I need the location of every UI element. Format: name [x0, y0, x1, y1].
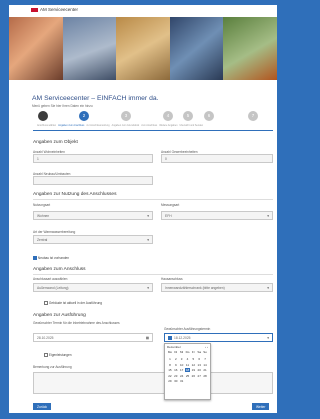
label-usage-type: Nutzungsart	[33, 203, 51, 207]
step-labels: Anschluss wählen Angaben zum Anschluss z…	[37, 124, 273, 127]
step-label: zum Anschluss	[141, 124, 158, 127]
label-connection-type: Anschlussart auswählen	[33, 277, 68, 281]
step-label: Anschluss wählen	[37, 124, 57, 127]
hero-banner	[9, 17, 277, 80]
section-heading-object: Angaben zum Objekt	[33, 140, 78, 145]
checkbox-new-build[interactable]	[33, 256, 37, 261]
next-button[interactable]: Weiter	[252, 403, 270, 410]
datepicker-day[interactable]: 7	[202, 357, 208, 361]
step-label: Angaben zum Anschluss	[58, 124, 85, 127]
page-subtitle: Menü geben Sie hier Ihren Daten ein hinz…	[32, 104, 93, 108]
chevron-down-icon: ▾	[147, 214, 149, 218]
step-label: Übersicht und Senden	[179, 124, 204, 127]
checkbox-row-in-progress[interactable]: Gebäude ist aktuell in der Ausführung	[44, 301, 102, 306]
label-execution-date: Gewünschter Ausführungstermin	[164, 327, 211, 331]
extra-input[interactable]	[33, 176, 153, 185]
chevron-down-icon: ▾	[147, 238, 149, 242]
execution-date-input[interactable]: 18.12.2025 ▾	[164, 333, 273, 342]
checkbox-self-performance[interactable]	[44, 353, 48, 358]
divider	[33, 199, 273, 200]
datepicker-weekday: So	[203, 350, 207, 354]
step-label: zur Anschlussnutzung	[86, 124, 110, 127]
step-label: Weitere Angaben	[159, 124, 178, 127]
step-1[interactable]	[38, 111, 48, 121]
form-card: AM Serviceecenter AM Serviceecenter – EI…	[9, 5, 277, 413]
house-connection-select[interactable]: Innenwandzählerschrank (bitte angeben) ▾	[161, 283, 273, 292]
step-5[interactable]: 5	[183, 111, 193, 121]
back-button[interactable]: Zurück	[33, 403, 52, 410]
usage-type-select[interactable]: Wohnen ▾	[33, 211, 153, 220]
notes-textarea[interactable]	[33, 372, 273, 394]
step-4[interactable]: 4	[163, 111, 173, 121]
hero-image-3	[116, 17, 170, 80]
commercial-input[interactable]: 0	[161, 154, 273, 163]
chevron-down-icon: ▾	[267, 286, 269, 290]
datepicker-grid: Mo Di Mi Do Fr Sa So 1 2 3 4 5 6 7 8 9 10 11 12 13 14 15 16 17 1…	[165, 350, 210, 383]
datepicker-day[interactable]: 14	[202, 363, 208, 367]
hero-image-2	[62, 17, 117, 80]
datepicker-day[interactable]: 28	[202, 374, 208, 378]
label-measurement: Messungsart	[161, 203, 180, 207]
step-6[interactable]: 6	[204, 111, 214, 121]
checkbox-in-progress[interactable]	[44, 301, 48, 306]
step-3[interactable]: 3	[121, 111, 131, 121]
label-warm-water: Art der Warmwasserbereitung	[33, 230, 76, 234]
step-2[interactable]: 2	[79, 111, 89, 121]
commissioning-date-input[interactable]: 28.10.2025 ▦	[33, 333, 153, 342]
chevron-down-icon: ▾	[267, 336, 269, 340]
top-bar: AM Serviceecenter	[9, 5, 277, 17]
section-heading-usage: Angaben zur Nutzung des Anschlusses	[33, 192, 117, 197]
brand-name: AM Serviceecenter	[40, 7, 79, 12]
section-heading-connection: Angaben zum Anschluss	[33, 267, 86, 272]
connection-type-select[interactable]: Außenwand (Leitung) ▾	[33, 283, 153, 292]
logo-icon	[31, 7, 38, 12]
progress-rule	[33, 130, 273, 131]
datepicker-day	[202, 379, 208, 383]
datepicker-day[interactable]: 21	[202, 368, 208, 372]
units-input[interactable]: 1	[33, 154, 153, 163]
warm-water-select[interactable]: Zentral ▾	[33, 235, 153, 244]
datepicker-popup[interactable]: Dezember ‹ › Mo Di Mi Do Fr Sa So 1 2 3 4 5 6 7 8 9 10 11…	[164, 343, 211, 400]
calendar-icon[interactable]: ▦	[146, 336, 149, 340]
checkbox-row-self-performance[interactable]: Eigenleistungen	[44, 353, 72, 358]
page-title: AM Serviceecenter – EINFACH immer da.	[32, 95, 159, 102]
step-label: Angaben zum Grundstück	[111, 124, 140, 127]
measurement-select[interactable]: EFH ▾	[161, 211, 273, 220]
chevron-down-icon: ▾	[267, 214, 269, 218]
step-7[interactable]: 7	[248, 111, 258, 121]
stepper: 2 3 4 5 6 7	[9, 111, 277, 121]
label-house-connection: Hausanschluss	[161, 277, 183, 281]
checkbox-row-new-build[interactable]: Neubau ist vorhanden	[33, 256, 69, 261]
label-commissioning-date: Gewünschter Termin für die Inbetriebnahm…	[33, 321, 120, 325]
calendar-icon[interactable]	[168, 336, 172, 341]
datepicker-month: Dezember	[167, 345, 181, 349]
label-notes: Bemerkung zur Ausführung	[33, 365, 72, 369]
hero-image-5	[223, 17, 277, 80]
divider	[33, 274, 273, 275]
datepicker-nav[interactable]: ‹ ›	[205, 345, 208, 349]
chevron-down-icon: ▾	[147, 286, 149, 290]
hero-image-4	[169, 17, 224, 80]
hero-image-1	[9, 17, 63, 80]
section-heading-execution: Angaben zur Ausführung	[33, 313, 86, 318]
